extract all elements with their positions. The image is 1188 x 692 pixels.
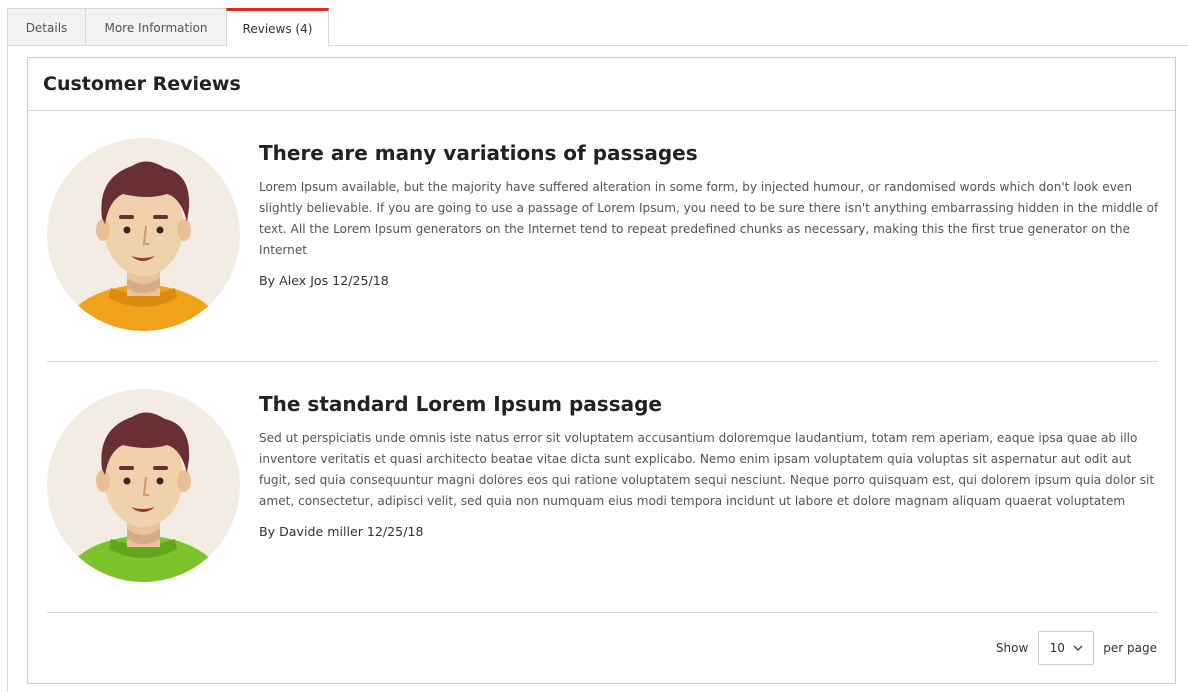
review-title: The standard Lorem Ipsum passage [259,392,662,416]
review-divider [47,612,1158,613]
content-border [7,46,8,692]
review-title: There are many variations of passages [259,141,698,165]
review-byline: By Alex Jos 12/25/18 [259,273,389,288]
review-text: Sed ut perspiciatis unde omnis iste natu… [259,431,1155,508]
review-divider [47,361,1158,362]
man-avatar-icon [47,138,240,331]
per-page-label: per page [1103,641,1157,655]
pagination-limiter: Show 10 per page [996,631,1157,665]
reviews-panel: Customer Reviews There are many variatio… [27,57,1176,684]
show-label: Show [995,641,1029,655]
tab-reviews[interactable]: Reviews (4) [226,8,329,47]
per-page-select[interactable]: 10 [1038,631,1095,665]
per-page-value: 10 [1049,641,1065,655]
review-body: The standard Lorem Ipsum passage Sed ut … [259,392,1159,539]
tab-details[interactable]: Details [7,8,86,46]
review-text: Lorem Ipsum available, but the majority … [259,180,1159,257]
tab-more-information[interactable]: More Information [85,8,227,46]
panel-header: Customer Reviews [28,58,1175,111]
review-body: There are many variations of passages Lo… [259,141,1159,288]
panel-title: Customer Reviews [43,73,241,95]
tab-bar: Details More Information Reviews (4) [7,8,329,47]
review-byline: By Davide miller 12/25/18 [259,524,424,539]
tab-divider [7,45,1188,46]
man-avatar-icon [47,389,240,582]
chevron-down-icon [1073,643,1083,654]
